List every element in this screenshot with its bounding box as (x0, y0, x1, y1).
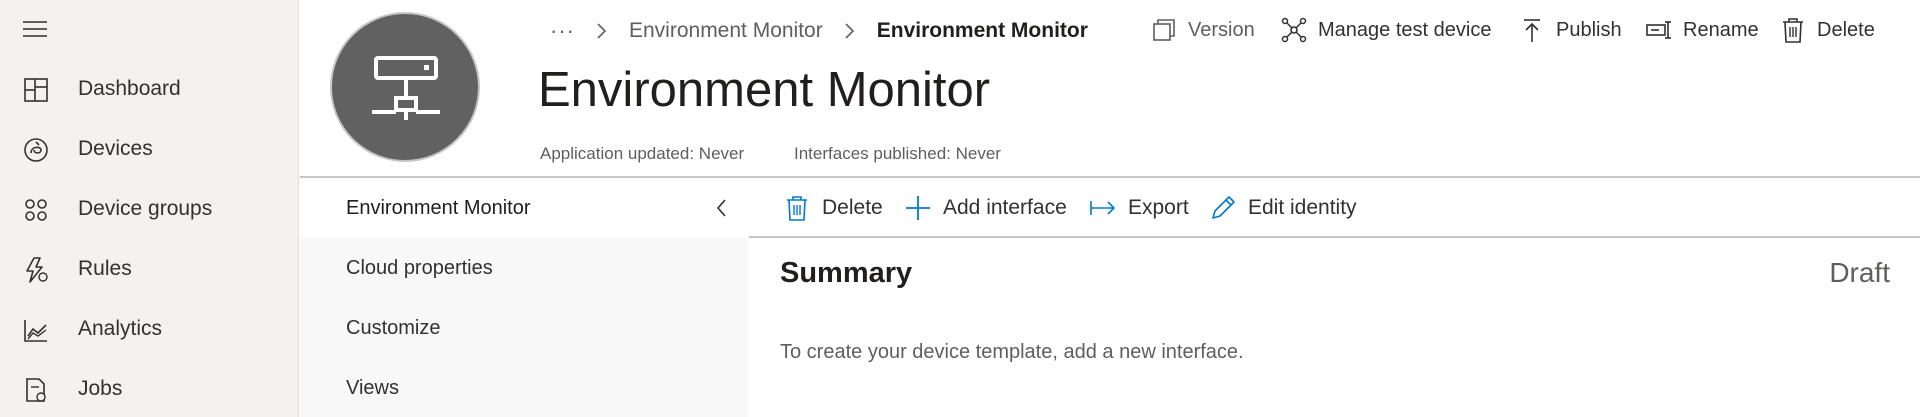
version-icon (1153, 19, 1175, 41)
subnav-item-customize[interactable]: Customize (300, 298, 748, 358)
jobs-icon (26, 378, 46, 402)
trash-icon (787, 196, 807, 221)
nav-item-devices[interactable]: Devices (0, 119, 299, 179)
nav-item-device-groups[interactable]: Device groups (0, 179, 299, 239)
trash-icon (1783, 18, 1803, 43)
chevron-left-icon[interactable] (710, 196, 734, 220)
add-icon (906, 196, 930, 220)
breadcrumb-current-item: Environment Monitor (876, 19, 1088, 42)
page-title: Environment Monitor (538, 63, 991, 117)
hamburger-menu-icon[interactable] (23, 20, 49, 38)
export-label: Export (1128, 196, 1189, 219)
add-interface-button[interactable]: Add interface (903, 190, 1067, 226)
version-label: Version (1188, 18, 1255, 41)
application-updated-text: Application updated: Never (540, 144, 745, 163)
subnav-item-views[interactable]: Views (300, 358, 748, 417)
nav-item-label: Jobs (78, 377, 123, 400)
manage-test-device-button[interactable]: Manage test device (1280, 14, 1491, 46)
add-interface-label: Add interface (943, 196, 1067, 219)
nav-item-rules[interactable]: Rules (0, 239, 299, 299)
nav-item-jobs[interactable]: Jobs (0, 359, 299, 417)
summary-heading: Summary (780, 257, 913, 289)
manage-test-device-label: Manage test device (1318, 18, 1492, 41)
rename-icon (1646, 21, 1671, 39)
template-subnav: Environment Monitor Cloud properties Cus… (300, 178, 748, 417)
rename-label: Rename (1683, 18, 1759, 41)
subnav-item-environment-monitor[interactable]: Environment Monitor (300, 178, 748, 238)
dashboard-icon (24, 78, 48, 102)
pencil-icon (1212, 196, 1235, 219)
interface-toolbar: Delete Add interface Export Edit identit… (749, 178, 1920, 238)
export-icon (1090, 201, 1116, 215)
delete-template-button[interactable]: Delete (1779, 14, 1875, 46)
nav-item-analytics[interactable]: Analytics (0, 299, 299, 359)
nav-item-label: Devices (78, 137, 153, 160)
manage-test-device-icon (1281, 17, 1307, 43)
nav-item-label: Dashboard (78, 77, 181, 100)
version-button[interactable]: Version (1150, 14, 1255, 46)
device-template-avatar (330, 12, 480, 162)
breadcrumb-overflow-button[interactable]: ··· (550, 18, 575, 44)
publish-button[interactable]: Publish (1518, 14, 1622, 46)
status-badge: Draft (1829, 257, 1890, 288)
empty-state-message: To create your device template, add a ne… (780, 341, 1244, 363)
export-button[interactable]: Export (1088, 190, 1189, 226)
delete-label: Delete (1817, 18, 1875, 41)
delete-interface-button[interactable]: Delete (782, 190, 883, 226)
nav-item-label: Rules (78, 257, 132, 280)
nav-item-dashboard[interactable]: Dashboard (0, 59, 299, 119)
nav-item-label: Analytics (78, 317, 163, 340)
chevron-right-icon (597, 23, 607, 39)
publish-label: Publish (1556, 18, 1622, 41)
subnav-item-label: Views (346, 376, 399, 399)
subnav-item-label: Cloud properties (346, 256, 493, 279)
devices-icon (24, 138, 48, 162)
delete-interface-label: Delete (822, 196, 883, 219)
interfaces-published-text: Interfaces published: Never (794, 144, 1001, 163)
breadcrumb-item[interactable]: Environment Monitor (629, 19, 823, 43)
left-navigation: Dashboard Devices Device groups Rules An… (0, 0, 299, 417)
breadcrumb: ··· Environment Monitor Environment Moni… (550, 16, 1088, 46)
edit-identity-label: Edit identity (1248, 196, 1357, 219)
rules-icon (26, 257, 48, 283)
publish-icon (1524, 19, 1540, 42)
subnav-item-label: Customize (346, 316, 441, 339)
subnav-item-label: Environment Monitor (346, 196, 531, 219)
edit-identity-button[interactable]: Edit identity (1208, 190, 1357, 226)
rename-button[interactable]: Rename (1645, 14, 1759, 46)
subnav-item-cloud-properties[interactable]: Cloud properties (300, 238, 748, 298)
analytics-icon (24, 320, 47, 342)
nav-item-label: Device groups (78, 197, 213, 220)
device-groups-icon (25, 199, 47, 221)
network-device-icon (372, 56, 440, 120)
chevron-right-icon (845, 23, 854, 39)
